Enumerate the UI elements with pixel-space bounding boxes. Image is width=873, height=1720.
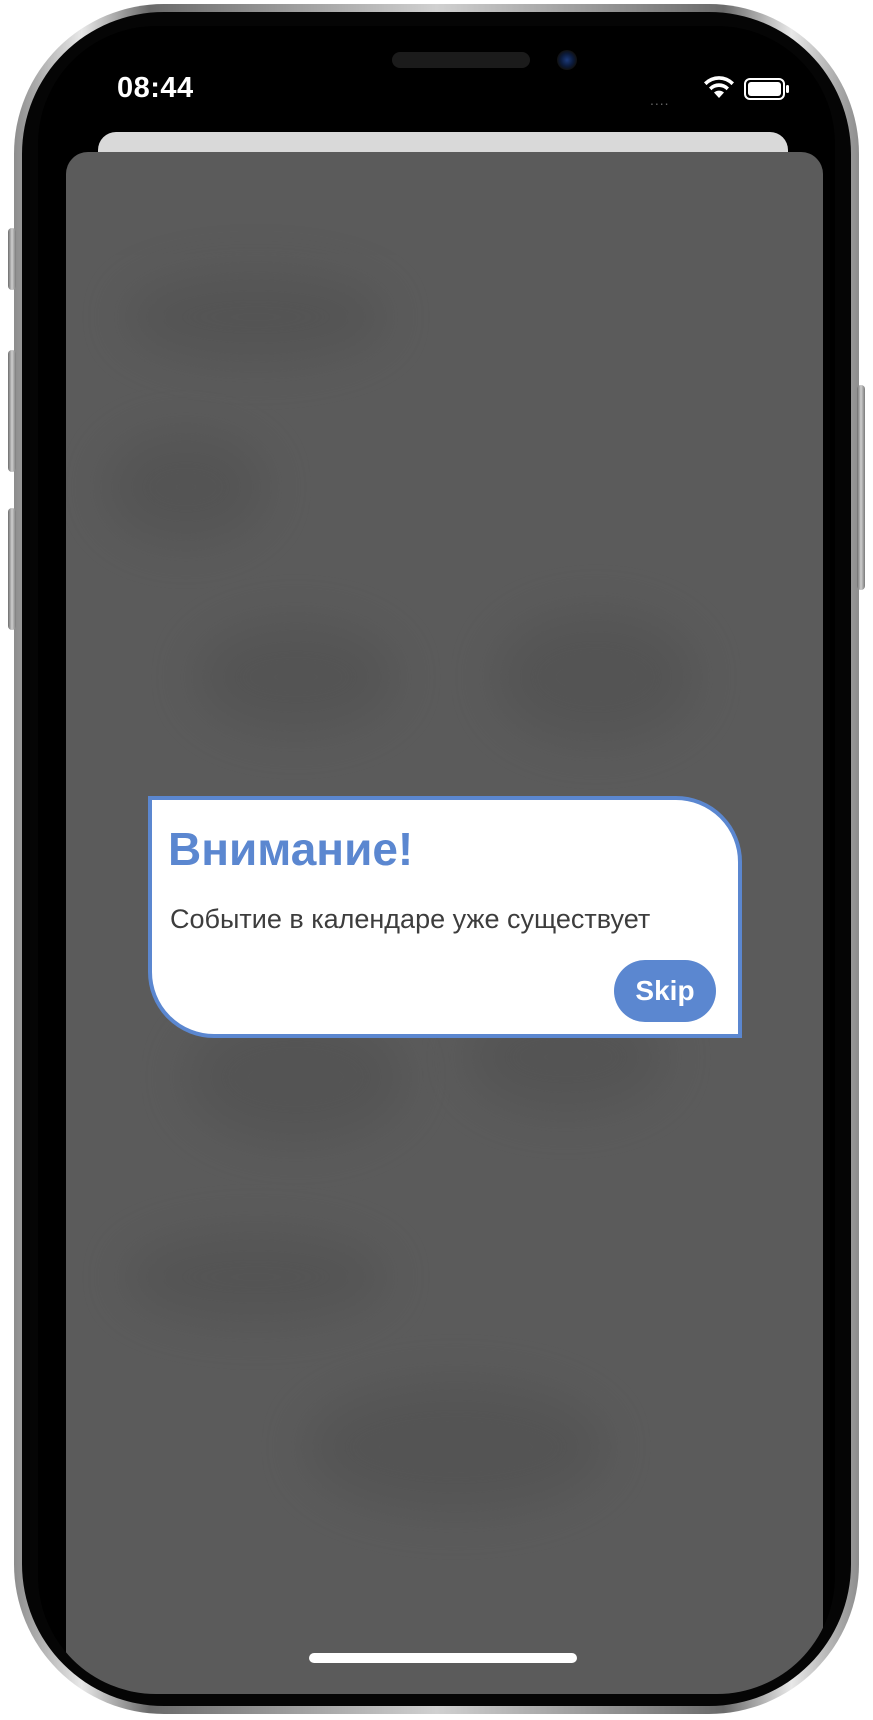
skip-button[interactable]: Skip [614,960,716,1022]
power-button [857,385,865,590]
alert-message: Событие в календаре уже существует [170,904,651,934]
phone-screen: 08:44 .... Внимание! Событие в календаре… [38,26,835,1694]
signal-indicator: .... [650,92,670,108]
alert-title: Внимание! [168,823,414,875]
volume-up-button [8,350,16,472]
wifi-icon [704,76,734,98]
device-mockup: 08:44 .... Внимание! Событие в календаре… [0,0,873,1720]
home-indicator[interactable] [309,1653,577,1663]
battery-icon [744,78,789,100]
mute-switch [8,228,16,290]
alert-dialog: Внимание! Событие в календаре уже сущест… [148,796,742,1038]
status-time: 08:44 [117,72,194,104]
earpiece-speaker [392,52,530,68]
front-camera [557,50,577,70]
volume-down-button [8,508,16,630]
